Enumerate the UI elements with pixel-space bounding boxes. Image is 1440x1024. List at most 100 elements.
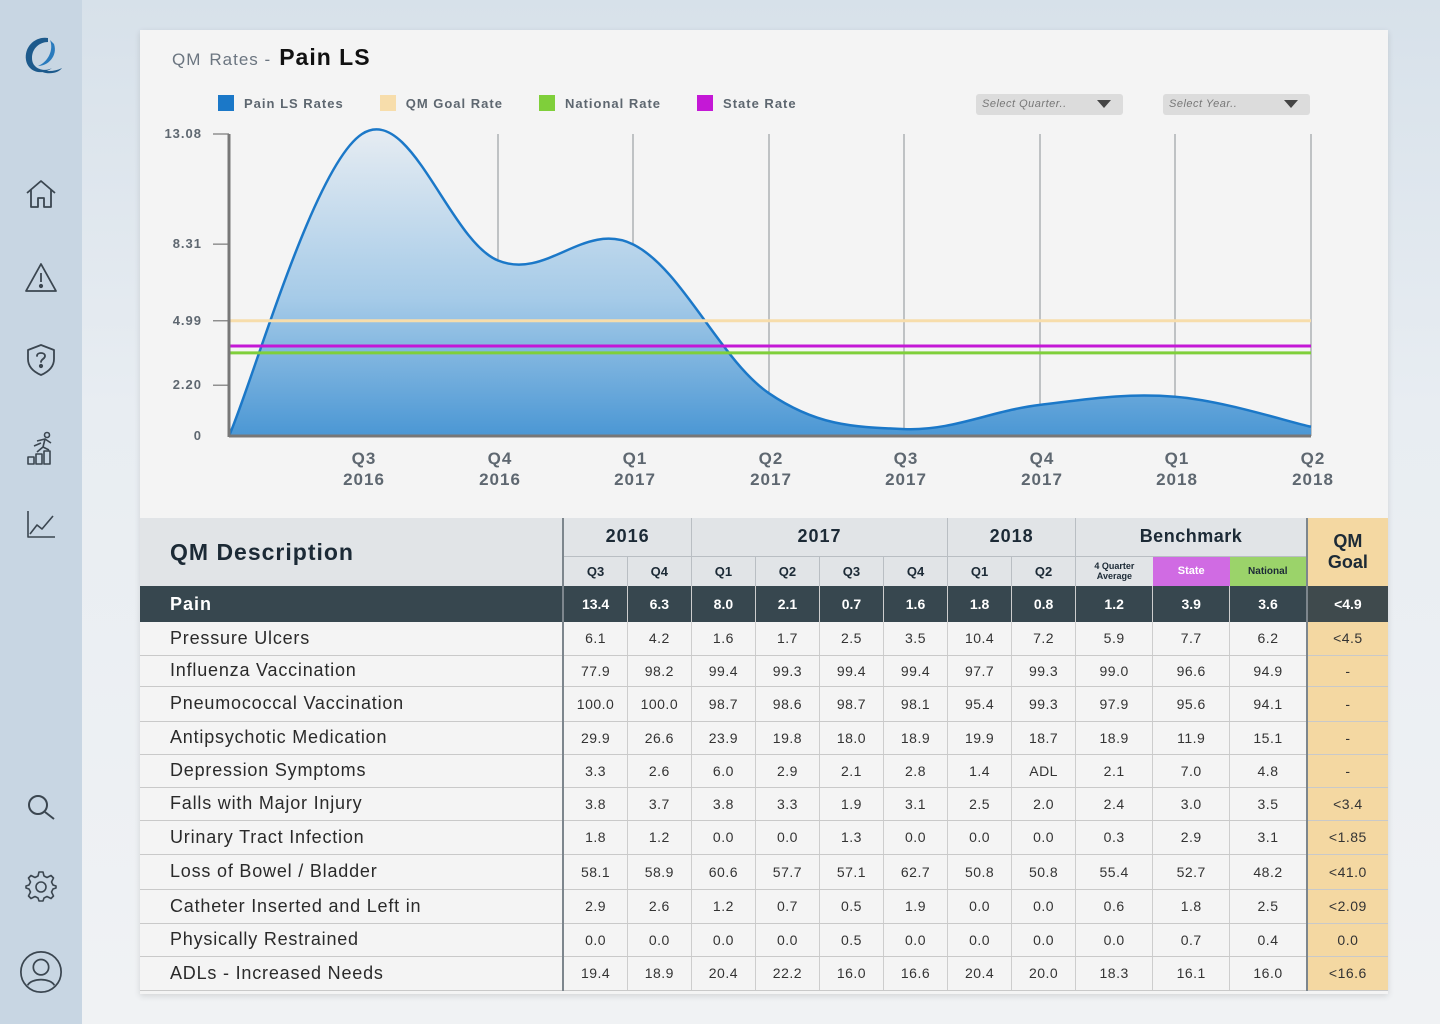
value-cell: 5.9 <box>1075 622 1153 656</box>
value-cell: 20.0 <box>1011 956 1076 991</box>
table-row[interactable]: Pressure Ulcers 6.1 4.2 1.6 1.7 2.5 3.5 10.4 7.2… <box>140 622 1388 656</box>
value-cell: 1.6 <box>882 586 948 622</box>
logo-icon[interactable] <box>18 32 64 78</box>
qm-goal-header: QM Goal <box>1305 518 1388 586</box>
qm-name-cell: Physically Restrained <box>140 923 564 957</box>
quarter-header: Q1 <box>690 555 756 586</box>
home-icon[interactable] <box>21 174 61 214</box>
year-select-placeholder: Select Year.. <box>1169 98 1238 110</box>
search-icon[interactable] <box>21 788 61 828</box>
value-cell: 0.0 <box>1011 889 1076 924</box>
legend-swatch <box>538 95 555 111</box>
table-row[interactable]: Falls with Major Injury 3.8 3.7 3.8 3.3 1.9 3.… <box>140 787 1388 821</box>
value-cell: 57.1 <box>818 854 884 890</box>
value-cell: ADL <box>1011 754 1076 788</box>
quarter-select-placeholder: Select Quarter.. <box>982 98 1067 110</box>
value-cell: 0.0 <box>947 889 1012 924</box>
value-cell: 0.0 <box>1075 923 1153 957</box>
table-row-highlight[interactable]: Pain 13.4 6.3 8.0 2.1 0.7 1.6 1.8 0.8 1.2 3.9 3.6 <4… <box>140 586 1388 622</box>
value-cell: 0.5 <box>818 923 884 957</box>
x-tick-quarter: Q2 <box>759 449 784 468</box>
table-row[interactable]: Catheter Inserted and Left in 2.9 2.6 1.2 0.… <box>140 889 1388 924</box>
year-header-2016: 2016 <box>562 518 692 556</box>
table-row[interactable]: Pneumococcal Vaccination 100.0 100.0 98.7 98… <box>140 686 1388 722</box>
value-cell: 0.7 <box>818 586 884 622</box>
qm-name-cell: Pain <box>140 586 564 622</box>
x-tick-year: 2017 <box>885 470 927 489</box>
value-cell: 2.9 <box>562 889 628 924</box>
qm-description-header: QM Description <box>140 518 564 586</box>
value-cell: 10.4 <box>947 622 1012 656</box>
legend-item-national: National Rate <box>538 95 661 111</box>
value-cell: 77.9 <box>562 655 628 687</box>
value-cell: 1.4 <box>947 754 1012 788</box>
table-row[interactable]: Antipsychotic Medication 29.9 26.6 23.9 19.8… <box>140 721 1388 755</box>
value-cell: 99.3 <box>1011 686 1076 722</box>
value-cell: 50.8 <box>1011 854 1076 890</box>
table-row[interactable]: Physically Restrained 0.0 0.0 0.0 0.0 0.5 0.0 0… <box>140 923 1388 957</box>
value-cell: 2.1 <box>754 586 820 622</box>
table-row[interactable]: ADLs - Increased Needs 19.4 18.9 20.4 22.2 16… <box>140 956 1388 991</box>
gear-icon[interactable] <box>21 866 61 906</box>
value-cell: 95.4 <box>947 686 1012 722</box>
quarter-header: Q2 <box>754 555 820 586</box>
value-cell: 19.4 <box>562 956 628 991</box>
value-cell: 2.5 <box>1229 889 1307 924</box>
value-cell: 98.2 <box>626 655 692 687</box>
year-select[interactable]: Select Year.. <box>1163 94 1310 115</box>
value-cell: 60.6 <box>690 854 756 890</box>
value-cell: 58.1 <box>562 854 628 890</box>
x-tick-year: 2018 <box>1292 470 1334 489</box>
legend-label: State Rate <box>723 95 797 111</box>
value-cell: 2.8 <box>882 754 948 788</box>
value-cell: 18.0 <box>818 721 884 755</box>
value-cell: 18.3 <box>1075 956 1153 991</box>
qm-name-cell: Depression Symptoms <box>140 754 564 788</box>
value-cell: 95.6 <box>1152 686 1230 722</box>
value-cell: 0.5 <box>818 889 884 924</box>
value-cell: 0.0 <box>1011 923 1076 957</box>
warning-icon[interactable] <box>21 258 61 298</box>
shield-question-icon[interactable] <box>21 340 61 380</box>
qm-goal-cell: <16.6 <box>1305 956 1388 991</box>
x-tick-quarter: Q3 <box>894 449 919 468</box>
table-row[interactable]: Influenza Vaccination 77.9 98.2 99.4 99.3 99.… <box>140 655 1388 687</box>
value-cell: 1.7 <box>754 622 820 656</box>
value-cell: 0.7 <box>1152 923 1230 957</box>
y-tick-label: 8.31 <box>173 236 202 251</box>
value-cell: 3.1 <box>1229 820 1307 855</box>
value-cell: 0.0 <box>754 820 820 855</box>
quarter-header: Q4 <box>882 555 948 586</box>
value-cell: 3.5 <box>882 622 948 656</box>
value-cell: 1.9 <box>818 787 884 821</box>
legend-item-pain: Pain LS Rates <box>218 95 344 111</box>
quarter-header: Q3 <box>818 555 884 586</box>
legend-item-goal: QM Goal Rate <box>379 95 503 111</box>
value-cell: 3.5 <box>1229 787 1307 821</box>
qm-name-cell: Pneumococcal Vaccination <box>140 686 564 722</box>
qm-goal-cell: <3.4 <box>1305 787 1388 821</box>
line-chart-icon[interactable] <box>21 504 61 544</box>
value-cell: 16.1 <box>1152 956 1230 991</box>
value-cell: 55.4 <box>1075 854 1153 890</box>
user-icon[interactable] <box>17 948 65 996</box>
value-cell: 98.1 <box>882 686 948 722</box>
quarter-select[interactable]: Select Quarter.. <box>976 94 1123 115</box>
qm-name-cell: Urinary Tract Infection <box>140 820 564 855</box>
value-cell: 6.3 <box>626 586 692 622</box>
x-tick-quarter: Q4 <box>488 449 513 468</box>
value-cell: 0.0 <box>947 923 1012 957</box>
value-cell: 2.6 <box>626 754 692 788</box>
runner-chart-icon[interactable] <box>21 428 61 468</box>
table-row[interactable]: Loss of Bowel / Bladder 58.1 58.9 60.6 57.7 5… <box>140 854 1388 890</box>
value-cell: 3.0 <box>1152 787 1230 821</box>
value-cell: 2.0 <box>1011 787 1076 821</box>
table-row[interactable]: Urinary Tract Infection 1.8 1.2 0.0 0.0 1.3 0.… <box>140 820 1388 855</box>
value-cell: 19.9 <box>947 721 1012 755</box>
value-cell: 26.6 <box>626 721 692 755</box>
title-mid: Rates - <box>209 50 272 69</box>
value-cell: 94.1 <box>1229 686 1307 722</box>
value-cell: 2.1 <box>1075 754 1153 788</box>
table-row[interactable]: Depression Symptoms 3.3 2.6 6.0 2.9 2.1 2.8 1.4… <box>140 754 1388 788</box>
value-cell: 1.2 <box>690 889 756 924</box>
